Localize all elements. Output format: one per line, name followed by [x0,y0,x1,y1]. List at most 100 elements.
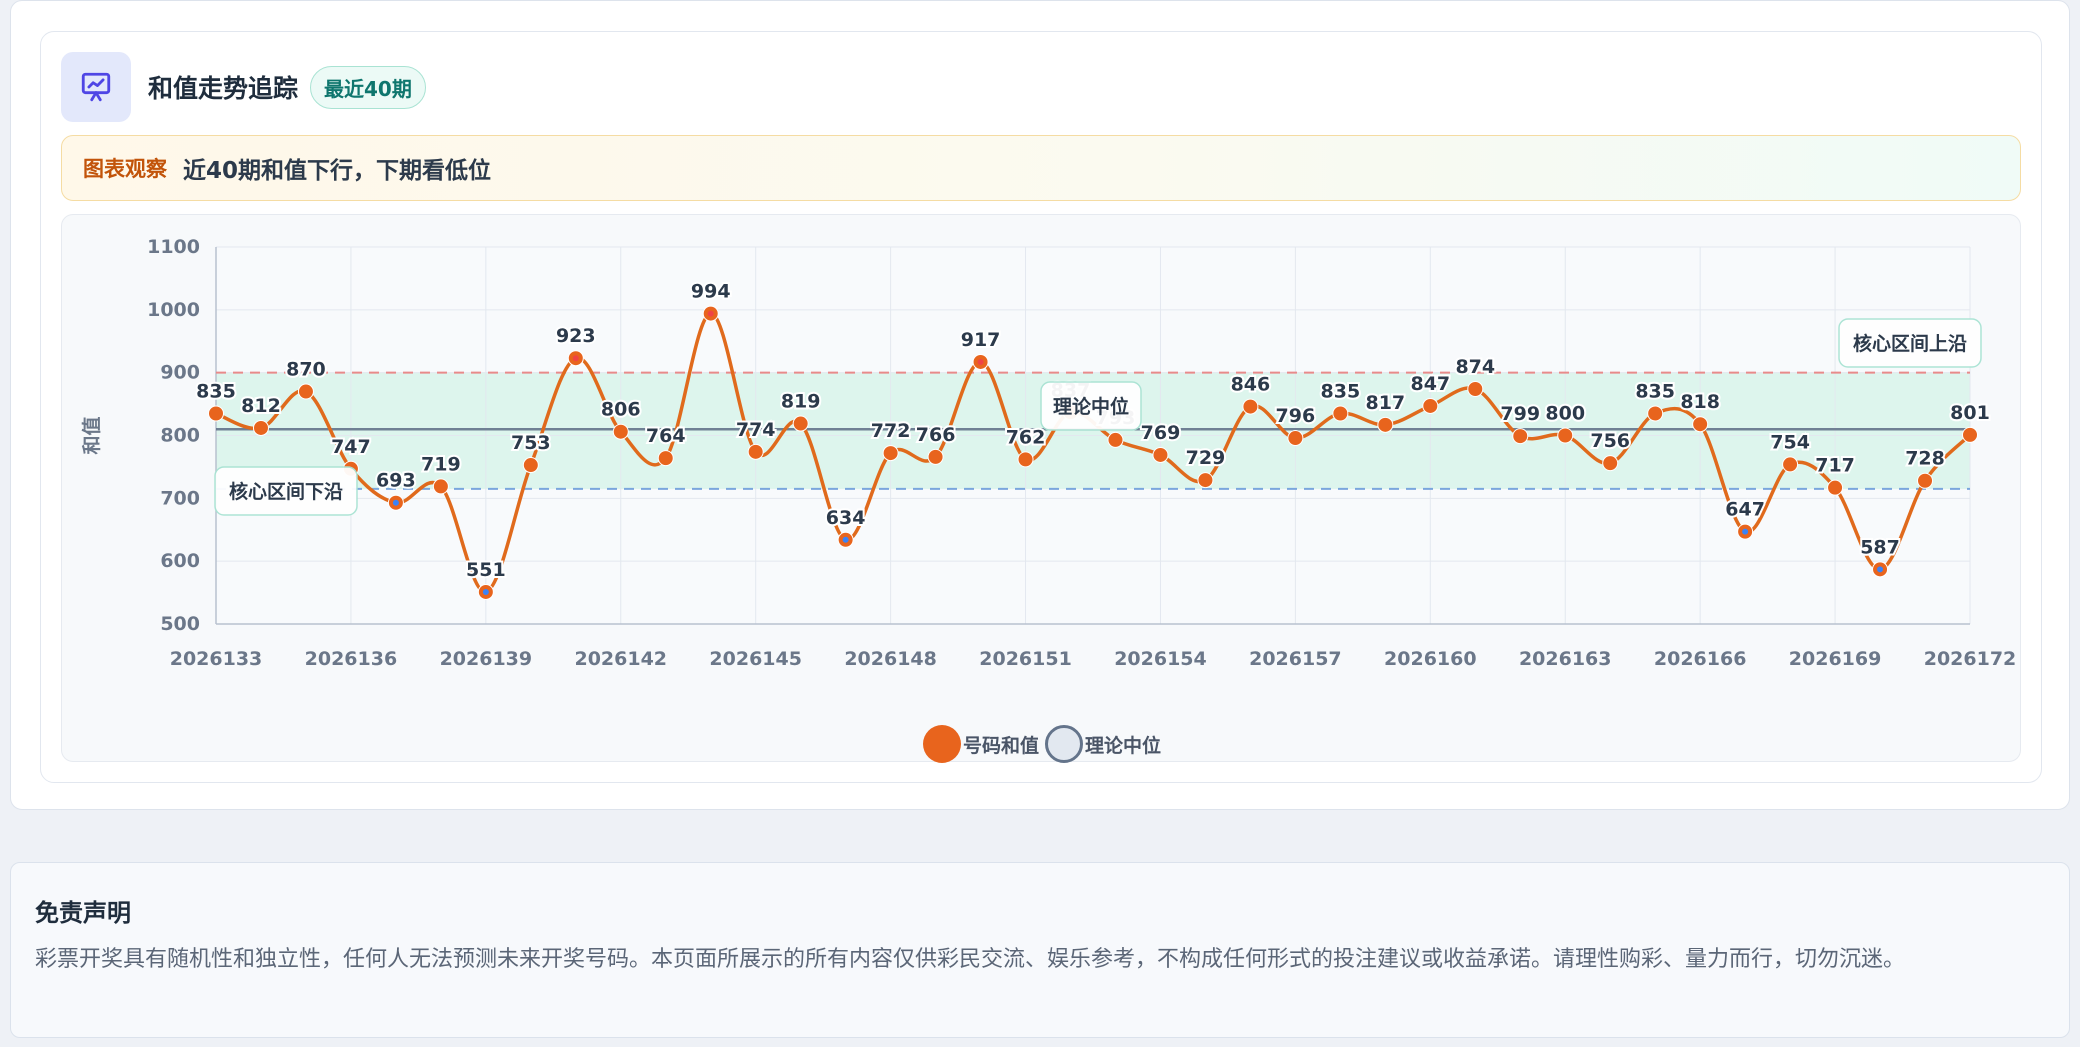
x-tick-label: 2026145 [709,648,802,670]
data-point [1782,456,1799,473]
observation-bar: 图表观察 近40期和值下行，下期看低位 [61,135,2021,201]
data-label: 762 [1006,426,1046,448]
data-point [1332,405,1349,422]
data-point-high-marker [707,310,714,317]
data-label: 766 [916,424,956,446]
data-point [297,383,314,400]
x-tick-label: 2026142 [574,648,667,670]
data-label: 756 [1590,430,1630,452]
data-label: 800 [1545,403,1585,425]
x-tick-label: 2026157 [1249,648,1342,670]
legend-swatch-sum [922,725,961,763]
disclaimer-title: 免责声明 [35,899,131,927]
data-label: 994 [691,281,731,303]
data-label: 874 [1455,356,1495,378]
x-tick-label: 2026151 [979,648,1072,670]
data-point [792,415,809,432]
data-point [1152,446,1169,463]
data-point-low-marker [482,588,489,595]
data-point-low-marker [392,499,399,506]
legend-swatch-median [1045,725,1083,763]
data-label: 799 [1500,403,1540,425]
data-point [1242,398,1259,415]
data-label: 806 [601,399,641,421]
data-label: 812 [241,395,281,417]
data-label: 634 [826,507,866,529]
data-point [522,457,539,474]
y-tick-label: 800 [160,425,200,447]
data-point [1557,427,1574,444]
data-point [252,419,269,436]
data-label: 587 [1860,536,1900,558]
data-label: 772 [871,420,911,442]
data-label: 769 [1141,422,1181,444]
disclaimer-card: 免责声明 彩票开奖具有随机性和独立性，任何人无法预测未来开奖号码。本页面所展示的… [10,862,2070,1038]
data-point [1692,416,1709,433]
x-tick-label: 2026163 [1519,648,1612,670]
x-tick-label: 2026160 [1384,648,1477,670]
period-badge: 最近40期 [310,65,426,109]
y-tick-label: 700 [160,487,200,509]
data-point-low-marker [1742,528,1749,535]
x-tick-label: 2026169 [1789,648,1882,670]
data-point [1602,455,1619,472]
observation-label: 图表观察 [83,157,167,181]
x-tick-label: 2026172 [1924,648,2017,670]
data-label: 551 [466,559,506,581]
data-label: 817 [1365,392,1405,414]
data-point [1377,416,1394,433]
data-label: 917 [961,329,1001,351]
x-tick-label: 2026166 [1654,648,1747,670]
data-point [432,478,449,495]
data-label: 719 [421,453,461,475]
y-tick-label: 500 [160,613,200,635]
data-point [1917,472,1934,489]
y-tick-label: 900 [160,362,200,384]
y-axis-label: 和值 [80,416,103,454]
data-label: 774 [736,419,776,441]
data-label: 870 [286,359,326,381]
lower-bound-annotation: 核心区间下沿 [229,480,343,503]
data-point [1647,405,1664,422]
data-label: 846 [1231,374,1271,396]
legend-item-sum[interactable]: 号码和值 [922,725,1039,763]
data-point [208,405,224,422]
legend-item-median[interactable]: 理论中位 [1045,725,1161,763]
card-header: 和值走势追踪 最近40期 [61,52,426,122]
data-point [1197,472,1214,489]
data-point-high-marker [977,358,984,365]
data-point [1422,397,1439,414]
chart-title: 和值走势追踪 [148,74,299,103]
data-label: 835 [196,381,236,403]
data-label: 796 [1276,405,1316,427]
data-point [1962,426,1978,443]
y-tick-label: 600 [160,550,200,572]
data-point [1017,451,1034,468]
data-label: 835 [1321,381,1361,403]
data-point-low-marker [1877,566,1884,573]
data-label: 818 [1680,391,1720,413]
data-point [747,443,764,460]
data-label: 923 [556,325,596,347]
data-label: 693 [376,470,416,492]
chart-card: 和值走势追踪 最近40期 图表观察 近40期和值下行，下期看低位 500 600 7… [40,31,2042,783]
data-label: 847 [1410,373,1450,395]
x-tick-label: 2026133 [170,648,263,670]
data-label: 728 [1905,448,1945,470]
data-label: 764 [646,425,686,447]
data-point [882,445,899,462]
data-label: 753 [511,432,551,454]
y-tick-label: 1100 [147,236,200,258]
data-label: 801 [1950,402,1990,424]
data-label: 754 [1770,431,1810,453]
legend-label-sum: 号码和值 [962,734,1039,757]
data-point-high-marker [572,355,579,362]
x-tick-label: 2026139 [440,648,533,670]
sum-trend-chart: 500 600 700 800 900 1000 1100 2026133 2026136 202… [80,236,2017,670]
disclaimer-text: 彩票开奖具有随机性和独立性，任何人无法预测未来开奖号码。本页面所展示的所有内容仅… [35,947,1906,972]
data-label: 819 [781,391,821,413]
outer-card: 和值走势追踪 最近40期 图表观察 近40期和值下行，下期看低位 500 600 7… [10,0,2070,810]
data-label: 747 [331,436,371,458]
y-tick-label: 1000 [147,299,200,321]
data-point [1107,431,1124,448]
